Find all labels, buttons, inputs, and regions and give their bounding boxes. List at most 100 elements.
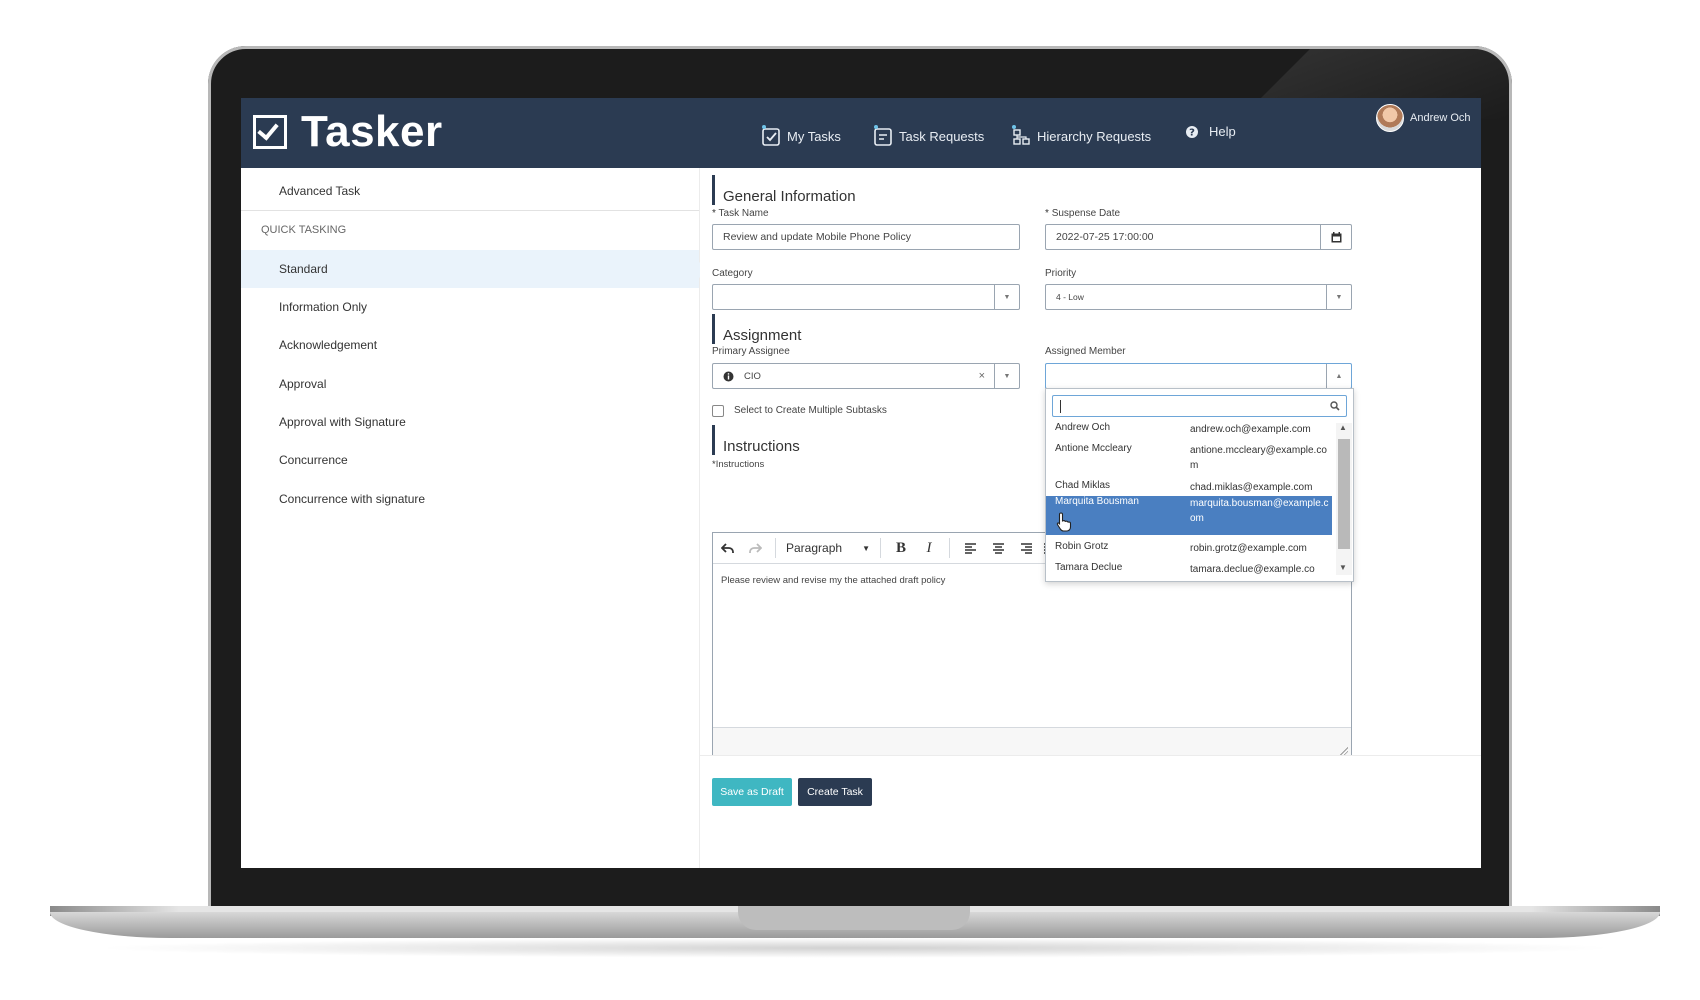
subtasks-label: Select to Create Multiple Subtasks [734,405,887,416]
member-search-input[interactable] [1052,395,1347,417]
top-navbar: Tasker My Tasks Task Requests Hierarchy … [241,98,1481,168]
member-option[interactable]: Robin Grotz robin.grotz@example.com [1046,541,1332,561]
task-name-input[interactable]: Review and update Mobile Phone Policy [712,224,1020,250]
priority-select[interactable]: 4 - Low ▼ [1045,284,1352,310]
nav-hierarchy-requests[interactable]: Hierarchy Requests [1011,124,1151,148]
app-title: Tasker [301,107,443,156]
create-task-button[interactable]: Create Task [798,778,872,806]
avatar [1376,104,1404,132]
category-label: Category [712,268,753,279]
assigned-member-label: Assigned Member [1045,346,1126,357]
user-name: Andrew Och [1410,112,1471,124]
bold-icon[interactable]: B [887,533,915,563]
primary-assignee-select[interactable]: CIO × ▼ [712,363,1020,389]
italic-icon[interactable]: I [915,533,943,563]
help-icon: ? [1186,125,1198,138]
member-option[interactable]: Andrew Och andrew.och@example.com [1046,422,1332,442]
sidebar-item-label: Acknowledgement [279,338,378,352]
caret-down-icon: ▼ [862,543,870,553]
sidebar-item-advanced-task[interactable]: Advanced Task [241,172,699,210]
sidebar: Advanced Task QUICK TASKING Standard Inf… [241,168,708,868]
align-center-icon[interactable] [984,533,1012,563]
sidebar-item-label: Concurrence [279,453,348,467]
chevron-down-icon: ▼ [1326,285,1351,309]
sidebar-item-approval-with-signature[interactable]: Approval with Signature [241,403,699,441]
subtasks-checkbox[interactable] [712,405,724,417]
clear-icon[interactable]: × [979,370,985,382]
sidebar-divider [241,210,699,211]
nav-my-tasks-label: My Tasks [787,128,841,144]
chevron-down-icon: ▼ [994,364,1019,388]
nav-task-requests[interactable]: Task Requests [873,124,984,148]
undo-icon[interactable] [713,533,741,563]
save-draft-button[interactable]: Save as Draft [712,778,792,806]
text-cursor [1060,400,1061,413]
task-name-label: * Task Name [712,208,769,219]
logo-check-icon [253,115,287,149]
search-icon [1330,401,1340,411]
resize-handle-icon[interactable] [1340,747,1348,755]
member-option-highlighted[interactable]: Marquita Bousman marquita.bousman@exampl… [1046,496,1332,535]
svg-text:?: ? [1189,127,1195,138]
nav-my-tasks[interactable]: My Tasks [761,124,841,148]
sidebar-item-label: Information Only [279,300,368,314]
toolbar-divider [880,538,881,558]
chevron-down-icon: ▼ [994,285,1019,309]
info-icon [723,371,734,381]
instructions-heading: Instructions [712,425,800,455]
member-dropdown: Andrew Och andrew.och@example.com Antion… [1045,388,1354,582]
sidebar-item-approval[interactable]: Approval [241,365,699,403]
instructions-text: Please review and revise my the attached… [721,575,946,586]
hierarchy-icon [1012,125,1030,145]
sidebar-section-header: QUICK TASKING [261,224,347,236]
assigned-member-select[interactable]: ▲ [1045,363,1352,389]
suspense-date-label: * Suspense Date [1045,208,1121,219]
paragraph-format-select[interactable]: Paragraph ▼ [782,533,874,563]
priority-label: Priority [1045,268,1077,279]
nav-task-requests-label: Task Requests [899,128,985,144]
sidebar-item-label: Standard [279,262,328,276]
nav-hierarchy-requests-label: Hierarchy Requests [1037,128,1152,144]
app-logo[interactable]: Tasker [253,104,443,160]
instructions-label: *Instructions [712,459,765,470]
nav-help-label: Help [1209,124,1236,139]
sidebar-item-concurrence[interactable]: Concurrence [241,441,699,479]
redo-icon[interactable] [741,533,769,563]
dropdown-scrollbar[interactable]: ▲ ▼ [1336,423,1352,575]
suspense-date-input[interactable]: 2022-07-25 17:00:00 [1045,224,1352,250]
editor-statusbar [713,727,1351,758]
chevron-up-icon: ▲ [1326,364,1351,388]
laptop-notch [738,906,970,930]
laptop-shadow [90,938,1620,958]
app-screen: Tasker My Tasks Task Requests Hierarchy … [241,98,1481,868]
sidebar-item-acknowledgement[interactable]: Acknowledgement [241,326,699,364]
general-info-heading: General Information [712,175,856,205]
nav-help[interactable]: ? Help [1185,124,1236,139]
member-option[interactable]: Tamara Declue tamara.declue@example.co [1046,562,1332,580]
calendar-icon[interactable] [1320,225,1351,249]
form-footer: Save as Draft Create Task [700,755,1481,868]
scroll-up-icon[interactable]: ▲ [1339,423,1347,432]
sidebar-item-standard[interactable]: Standard [241,250,708,288]
category-select[interactable]: ▼ [712,284,1020,310]
align-left-icon[interactable] [956,533,984,563]
sidebar-item-label: Advanced Task [279,184,361,198]
sidebar-item-label: Approval [279,377,327,391]
pointer-hand-icon [1056,512,1072,532]
sidebar-item-concurrence-with-signature[interactable]: Concurrence with signature [241,480,699,518]
task-check-icon [762,125,780,146]
user-menu[interactable]: Andrew Och [1376,104,1471,132]
toolbar-divider [775,538,776,558]
align-right-icon[interactable] [1012,533,1040,563]
sidebar-item-information-only[interactable]: Information Only [241,288,699,326]
sidebar-item-label: Approval with Signature [279,415,406,429]
toolbar-divider [949,538,950,558]
assignment-heading: Assignment [712,314,801,344]
scrollbar-thumb[interactable] [1338,439,1350,549]
member-option[interactable]: Antione Mccleary antione.mccleary@exampl… [1046,443,1332,479]
scroll-down-icon[interactable]: ▼ [1339,563,1347,572]
sidebar-item-label: Concurrence with signature [279,492,426,506]
task-form: General Information * Task Name Review a… [700,168,1481,868]
task-request-icon [874,125,892,146]
primary-assignee-label: Primary Assignee [712,346,790,357]
